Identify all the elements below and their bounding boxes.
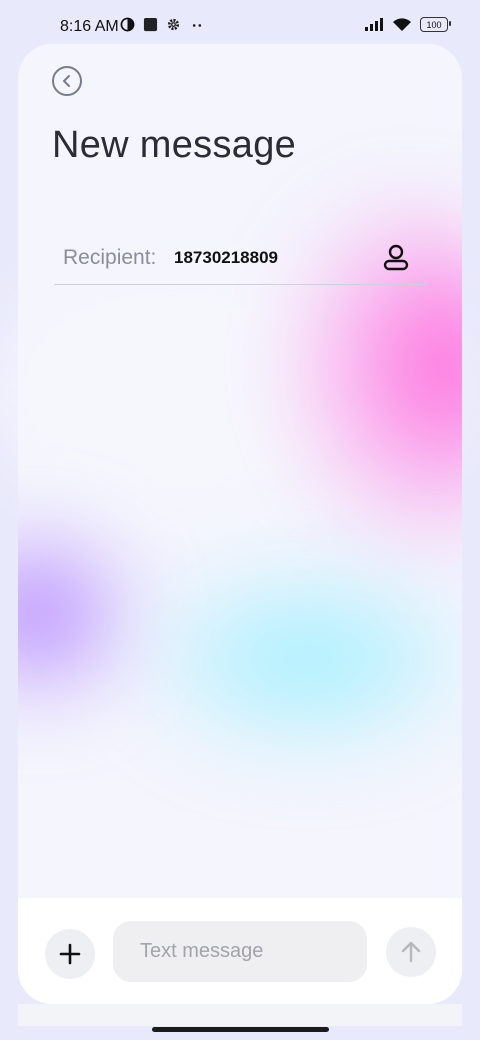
arrow-up-icon <box>401 941 421 963</box>
message-card: New message Recipient: 18730218809 <box>18 44 462 1004</box>
bottom-strip <box>18 1004 462 1026</box>
gear-icon <box>167 18 180 31</box>
battery-level: 100 <box>426 19 442 30</box>
home-indicator[interactable] <box>152 1027 329 1032</box>
text-message-input[interactable] <box>113 921 367 982</box>
status-right-icons: 100 <box>364 17 451 32</box>
recipient-label: Recipient: <box>63 246 157 269</box>
chevron-left-icon <box>63 75 70 87</box>
composer-bar <box>18 898 462 1004</box>
back-button[interactable] <box>52 66 82 96</box>
gradient-purple <box>18 514 148 714</box>
send-button[interactable] <box>386 927 436 977</box>
battery-icon: 100 <box>420 17 451 32</box>
more-dots-icon <box>192 24 202 27</box>
wifi-icon <box>393 18 411 31</box>
recipient-field[interactable]: Recipient: 18730218809 <box>54 234 426 285</box>
add-attachment-button[interactable] <box>45 929 95 979</box>
data-saver-icon <box>120 17 135 32</box>
page-title: New message <box>52 124 297 166</box>
gradient-cyan <box>138 564 462 754</box>
status-time: 8:16 AM <box>60 18 119 35</box>
square-app-icon <box>143 17 158 32</box>
person-icon <box>383 244 409 271</box>
recipient-value[interactable]: 18730218809 <box>174 248 278 268</box>
signal-icon <box>365 18 383 31</box>
status-bar: 8:16 AM 100 <box>0 0 480 44</box>
contact-picker-button[interactable] <box>380 242 412 274</box>
plus-icon <box>59 943 81 965</box>
status-left-icons <box>120 17 205 32</box>
